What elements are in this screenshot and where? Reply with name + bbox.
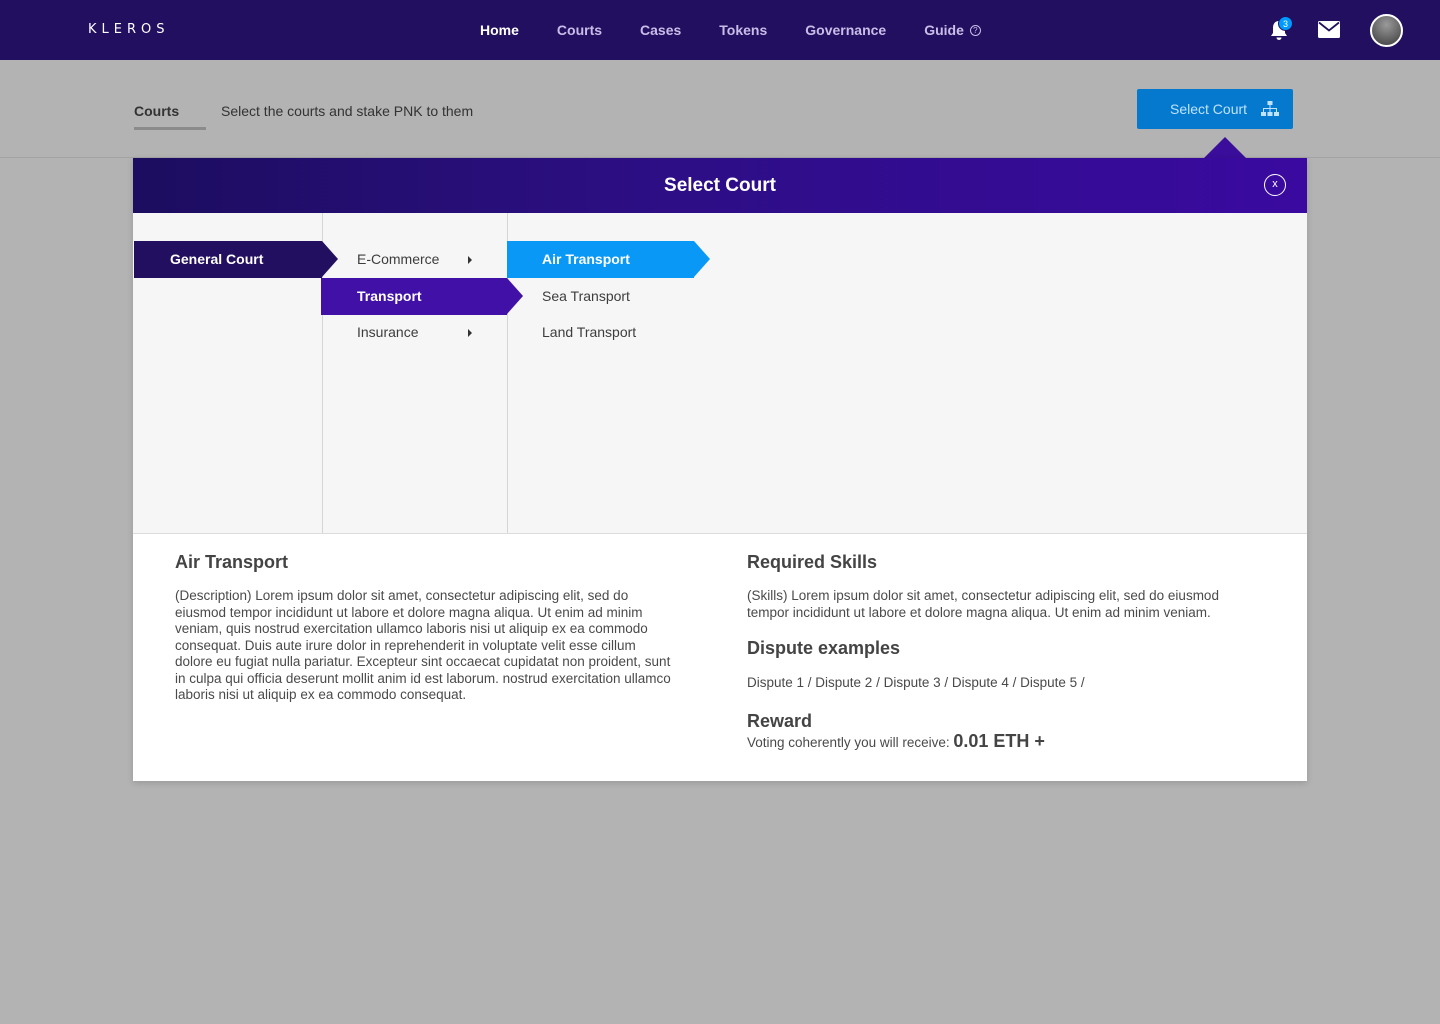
tab-courts[interactable]: Courts — [134, 103, 179, 119]
nav-home[interactable]: Home — [480, 22, 519, 38]
modal-pointer — [1204, 137, 1246, 158]
main-nav: Home Courts Cases Tokens Governance Guid… — [480, 0, 1019, 60]
dispute-examples-text: Dispute 1 / Dispute 2 / Dispute 3 / Disp… — [747, 675, 1085, 690]
help-icon: ? — [969, 24, 981, 36]
reward-value: 0.01 ETH + — [953, 731, 1045, 751]
required-skills-heading: Required Skills — [747, 552, 878, 572]
court-item-label: E-Commerce — [357, 251, 440, 267]
tab-courts-underline — [134, 127, 206, 130]
court-detail-title: Air Transport — [175, 552, 289, 572]
nav-courts[interactable]: Courts — [557, 22, 602, 38]
mail-icon[interactable] — [1318, 21, 1340, 38]
court-details: Air Transport (Description) Lorem ipsum … — [133, 534, 1307, 781]
dispute-examples-heading: Dispute examples — [747, 638, 901, 658]
court-item-general-court[interactable]: General Court — [134, 241, 338, 278]
modal-header: Select Court x — [133, 158, 1307, 213]
court-item-air-transport[interactable]: Air Transport — [507, 241, 710, 278]
modal-title: Select Court — [664, 175, 776, 196]
court-hierarchy-icon — [1261, 101, 1279, 116]
court-item-e-commerce[interactable]: E-Commerce — [321, 241, 507, 278]
court-columns: General Court E-Commerce Transport Insur… — [133, 213, 1307, 534]
court-item-sea-transport[interactable]: Sea Transport — [507, 278, 694, 315]
select-court-button[interactable]: Select Court — [1137, 89, 1293, 129]
reward-heading: Reward — [747, 711, 813, 731]
court-item-label: Insurance — [357, 324, 419, 340]
court-item-label: Air Transport — [542, 251, 630, 267]
reward-line: Voting coherently you will receive: 0.01… — [747, 731, 1257, 752]
close-button[interactable]: x — [1264, 174, 1286, 196]
courts-description: Select the courts and stake PNK to them — [221, 103, 474, 119]
selected-arrow — [694, 241, 710, 277]
nav-governance[interactable]: Governance — [805, 22, 886, 38]
user-avatar[interactable] — [1370, 14, 1403, 47]
required-skills-text: (Skills) Lorem ipsum dolor sit amet, con… — [747, 588, 1219, 620]
caret-right-icon — [468, 329, 472, 337]
kleros-logo[interactable]: KLEROS — [88, 22, 170, 37]
reward-text: Voting coherently you will receive: — [747, 735, 954, 750]
court-item-label: Transport — [357, 288, 422, 304]
nav-guide-label: Guide — [924, 22, 964, 38]
court-description: (Description) Lorem ipsum dolor sit amet… — [175, 588, 671, 702]
select-court-button-label: Select Court — [1170, 101, 1248, 117]
court-item-label: Sea Transport — [542, 288, 630, 304]
nav-cases[interactable]: Cases — [640, 22, 681, 38]
court-item-transport[interactable]: Transport — [321, 278, 523, 315]
select-court-modal: Select Court x General Court E-Commerce … — [133, 158, 1307, 781]
court-item-label: General Court — [170, 251, 264, 267]
court-item-label: Land Transport — [542, 324, 637, 340]
caret-right-icon — [468, 256, 472, 264]
court-item-insurance[interactable]: Insurance — [321, 314, 507, 351]
nav-guide[interactable]: Guide ? — [924, 22, 981, 38]
notification-count-badge: 3 — [1278, 16, 1293, 31]
nav-tokens[interactable]: Tokens — [719, 22, 767, 38]
top-navbar: KLEROS Home Courts Cases Tokens Governan… — [0, 0, 1440, 60]
court-item-land-transport[interactable]: Land Transport — [507, 314, 694, 351]
